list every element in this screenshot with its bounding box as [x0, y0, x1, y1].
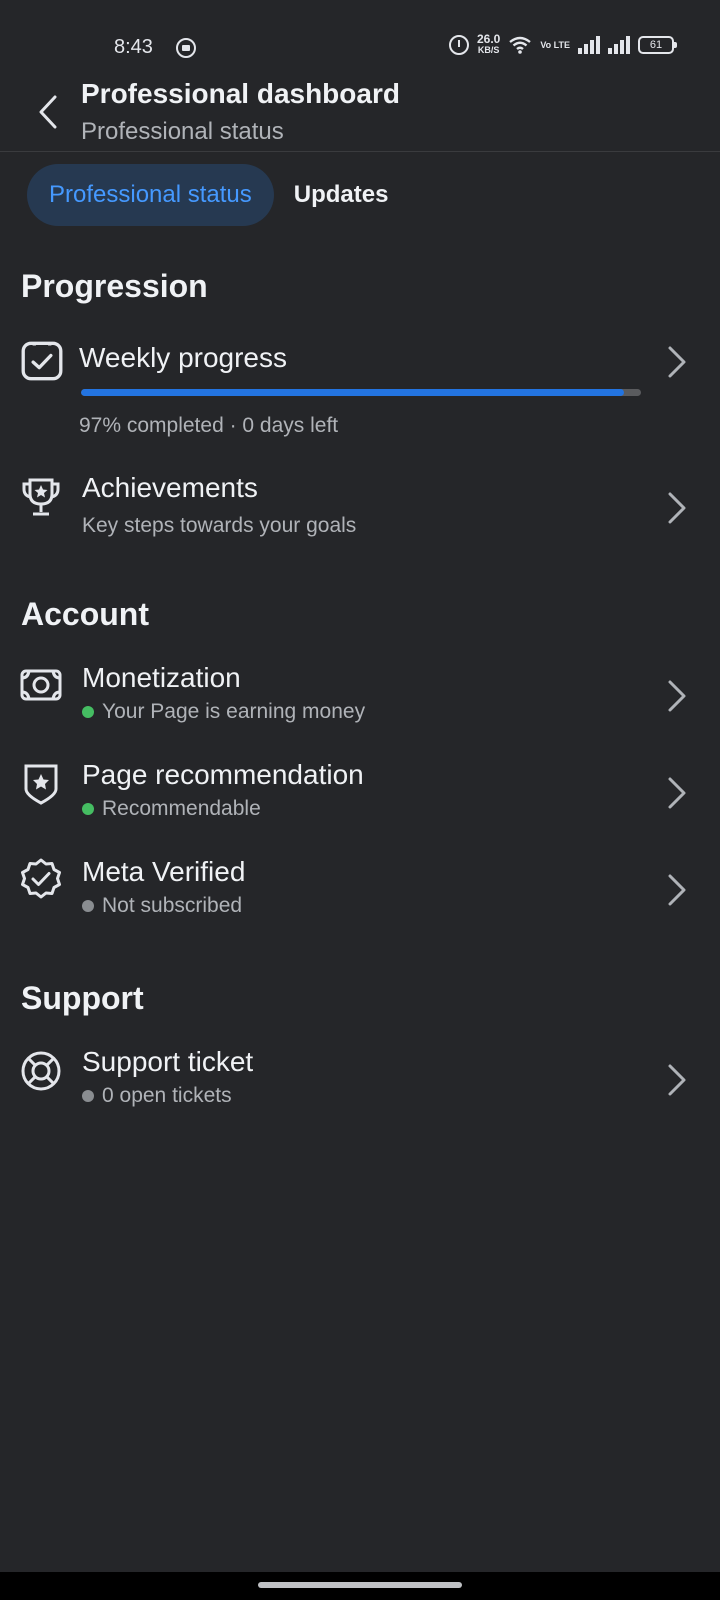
gesture-bar	[0, 1572, 720, 1600]
meta-verified-row[interactable]: Meta Verified Not subscribed	[0, 856, 720, 926]
status-dot-gray	[82, 1090, 94, 1102]
page-recommendation-title: Page recommendation	[82, 759, 364, 790]
chevron-right-icon	[668, 777, 686, 809]
meta-verified-title: Meta Verified	[82, 856, 246, 887]
back-arrow-icon	[39, 95, 57, 129]
money-icon	[20, 669, 62, 701]
status-dot-green	[82, 803, 94, 815]
chevron-right-icon	[668, 492, 686, 524]
alarm-icon	[448, 35, 469, 55]
meta-verified-status-text: Not subscribed	[102, 894, 243, 917]
section-title-support: Support	[21, 980, 144, 1016]
chevron-right-icon	[668, 1064, 686, 1096]
section-title-account: Account	[21, 596, 149, 632]
checklist-icon	[21, 341, 63, 381]
network-speed-value: 26.0	[476, 32, 501, 46]
weekly-progress-bar	[81, 389, 641, 396]
monetization-status: Your Page is earning money	[82, 700, 365, 724]
tab-professional-status[interactable]: Professional status	[27, 164, 274, 226]
monetization-row[interactable]: Monetization Your Page is earning money	[0, 662, 720, 732]
screen-record-icon	[176, 38, 196, 58]
achievements-title: Achievements	[82, 472, 258, 503]
shield-star-icon	[24, 764, 58, 805]
back-button[interactable]	[28, 92, 68, 132]
status-icons: 26.0 KB/S Vo LTE 61	[448, 32, 677, 56]
status-dot-gray	[82, 900, 94, 912]
network-speed: 26.0 KB/S	[476, 32, 501, 56]
page-title: Professional dashboard	[81, 78, 400, 109]
status-bar: 8:43 26.0 KB/S Vo LTE 61	[0, 0, 720, 72]
tab-bar: Professional status Updates	[27, 164, 410, 226]
lifebuoy-icon	[21, 1051, 61, 1091]
weekly-progress-fill	[81, 389, 625, 396]
status-time: 8:43	[114, 36, 153, 58]
page-recommendation-row[interactable]: Page recommendation Recommendable	[0, 759, 720, 829]
signal-1-icon	[578, 36, 600, 54]
support-ticket-row[interactable]: Support ticket 0 open tickets	[0, 1046, 720, 1116]
volte-indicator: Vo LTE	[540, 39, 570, 50]
support-ticket-status-text: 0 open tickets	[102, 1084, 232, 1107]
monetization-title: Monetization	[82, 662, 241, 693]
section-title-progression: Progression	[21, 268, 208, 304]
meta-verified-status: Not subscribed	[82, 894, 242, 918]
page-subtitle: Professional status	[81, 118, 284, 145]
battery-icon: 61	[638, 36, 677, 54]
support-ticket-title: Support ticket	[82, 1046, 254, 1077]
home-indicator[interactable]	[258, 1582, 462, 1588]
support-ticket-status: 0 open tickets	[82, 1084, 232, 1108]
monetization-status-text: Your Page is earning money	[102, 700, 366, 723]
achievements-subtitle: Key steps towards your goals	[82, 514, 357, 537]
trophy-icon	[22, 478, 60, 516]
chevron-right-icon	[668, 874, 686, 906]
verified-badge-icon	[21, 858, 61, 899]
weekly-progress-status: 97% completed · 0 days left	[79, 414, 339, 437]
chevron-right-icon	[668, 346, 686, 378]
chevron-right-icon	[668, 680, 686, 712]
achievements-row[interactable]: Achievements Key steps towards your goal…	[0, 472, 720, 542]
signal-2-icon	[608, 36, 630, 54]
network-speed-unit: KB/S	[477, 45, 500, 55]
status-dot-green	[82, 706, 94, 718]
page-recommendation-status: Recommendable	[82, 797, 261, 821]
tab-updates[interactable]: Updates	[274, 164, 411, 226]
header: Professional dashboard Professional stat…	[0, 72, 720, 152]
wifi-icon	[509, 36, 532, 54]
weekly-progress-title: Weekly progress	[79, 342, 288, 373]
page-recommendation-status-text: Recommendable	[102, 797, 261, 820]
